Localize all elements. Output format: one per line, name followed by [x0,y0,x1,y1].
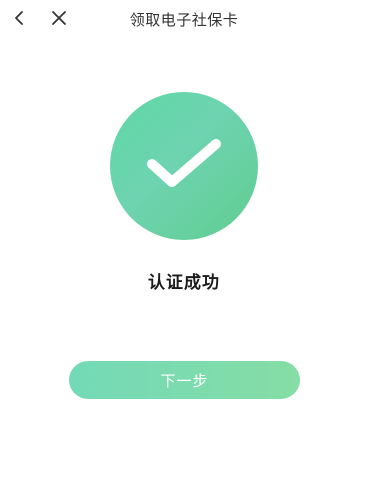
next-button[interactable]: 下一步 [69,361,300,399]
success-indicator [110,92,258,240]
status-message: 认证成功 [148,273,220,293]
checkmark-icon [144,134,224,198]
top-bar: 领取电子社保卡 [0,0,368,40]
page-title: 领取电子社保卡 [129,11,239,29]
